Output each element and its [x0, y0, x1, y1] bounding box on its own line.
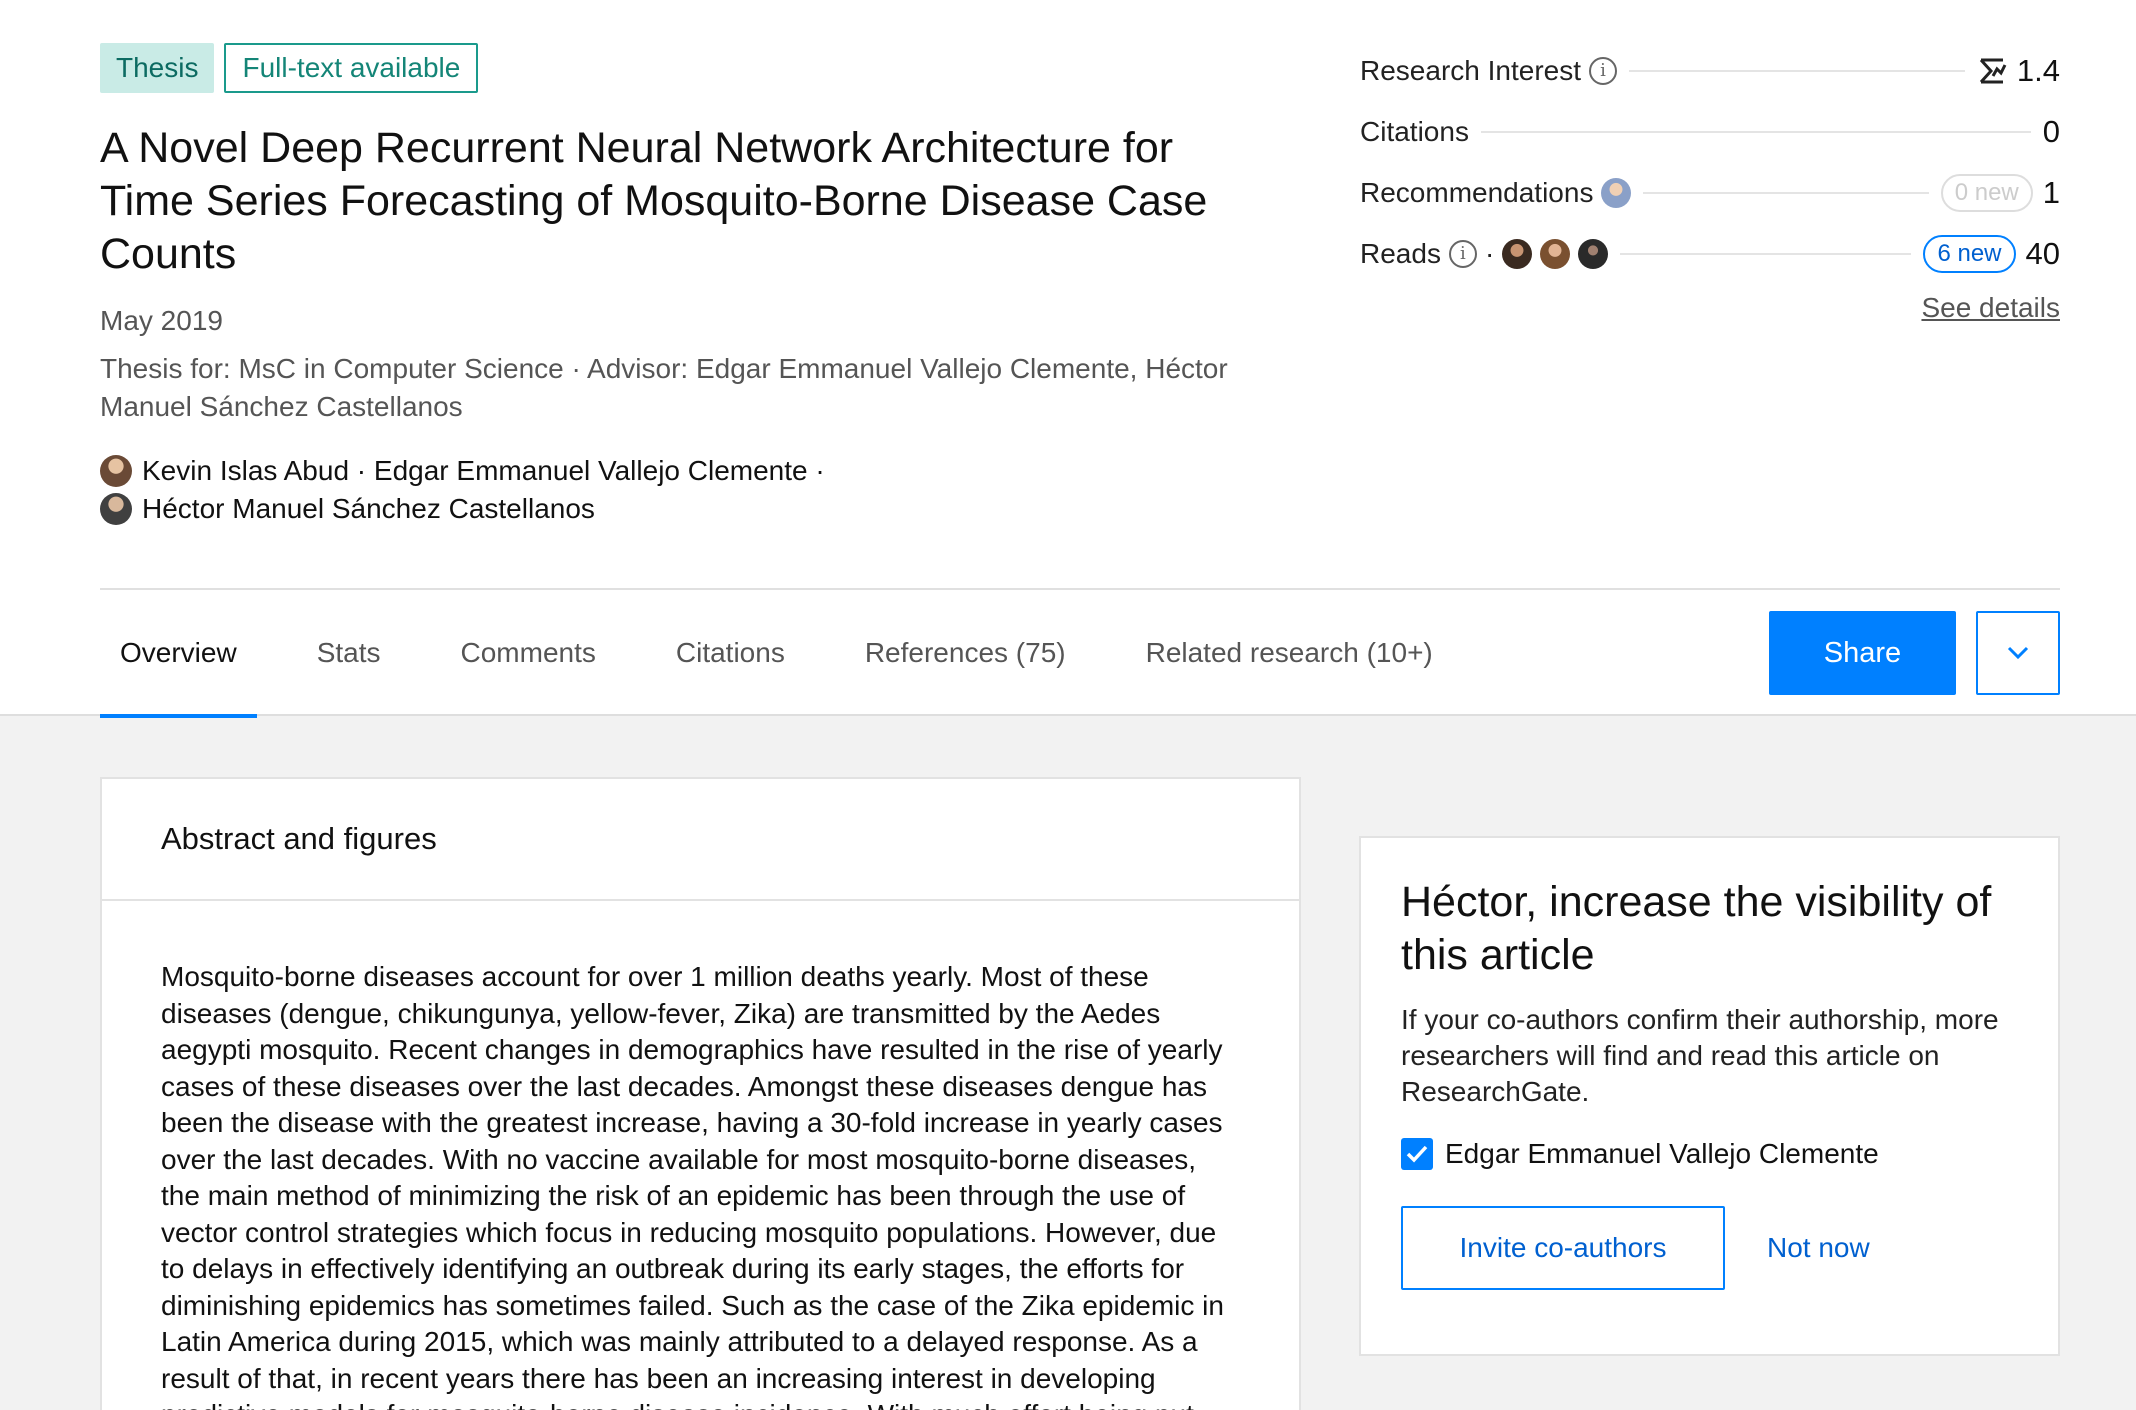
thesis-badge: Thesis	[100, 43, 215, 93]
new-count-pill[interactable]: 6 new	[1923, 234, 2016, 273]
new-count-pill: 0 new	[1940, 173, 2033, 212]
info-icon[interactable]: i	[1448, 239, 1477, 268]
avatar[interactable]	[1502, 238, 1533, 269]
author-name[interactable]: Héctor Manuel Sánchez Castellanos	[142, 490, 595, 528]
stat-value-wrap: 1.4	[1977, 53, 2060, 89]
coauthor-checkbox-row[interactable]: Edgar Emmanuel Vallejo Clemente	[1401, 1138, 2018, 1170]
stat-value: 0	[2042, 113, 2060, 149]
stat-value: 1	[2042, 174, 2060, 210]
publication-date: May 2019	[100, 305, 223, 336]
avatar[interactable]	[100, 493, 132, 525]
stat-value: 1.4	[2016, 52, 2060, 88]
stat-citations: Citations 0	[1360, 101, 2060, 162]
stat-label: Recommendations	[1360, 176, 1594, 208]
chevron-down-icon	[2007, 646, 2029, 660]
avatar[interactable]	[1601, 177, 1632, 208]
stat-value-wrap: 6 new 40	[1923, 234, 2060, 273]
see-details-link[interactable]: See details	[1921, 292, 2060, 324]
tab-citations[interactable]: Citations	[656, 590, 805, 716]
tab-stats[interactable]: Stats	[297, 590, 401, 716]
visibility-card: Héctor, increase the visibility of this …	[1359, 836, 2060, 1356]
stat-research-interest: Research Interest i 1.4	[1360, 40, 2060, 101]
stat-recommendations: Recommendations 0 new 1	[1360, 162, 2060, 223]
checkbox[interactable]	[1401, 1138, 1433, 1170]
checkmark-icon	[1406, 1145, 1428, 1163]
visibility-body: If your co-authors confirm their authors…	[1401, 1004, 1999, 1107]
abstract-card: Abstract and figures Mosquito-borne dise…	[100, 777, 1301, 1410]
stat-label-wrap: Reads i ·	[1360, 237, 1609, 270]
avatar[interactable]	[1578, 238, 1609, 269]
divider-line	[1629, 69, 1965, 72]
stat-value: 40	[2025, 235, 2060, 271]
publication-header: Thesis Full-text available A Novel Deep …	[0, 0, 2136, 718]
stats-panel: Research Interest i 1.4 Citations 0 Reco…	[1360, 40, 2060, 324]
author-line: Héctor Manuel Sánchez Castellanos	[100, 490, 1000, 528]
avatar[interactable]	[1540, 238, 1571, 269]
tab-overview[interactable]: Overview	[100, 590, 257, 718]
coauthor-name: Edgar Emmanuel Vallejo Clemente	[1445, 1138, 1879, 1169]
stat-reads: Reads i · 6 new 40	[1360, 223, 2060, 284]
tab-bar: Overview Stats Comments Citations Refere…	[100, 590, 1493, 718]
visibility-actions: Invite co-authors Not now	[1401, 1206, 2018, 1290]
divider-line	[1480, 130, 2031, 133]
publication-title: A Novel Deep Recurrent Neural Network Ar…	[100, 124, 1208, 278]
author-list: Kevin Islas Abud · Edgar Emmanuel Vallej…	[100, 452, 1000, 528]
divider-line	[1643, 191, 1929, 194]
invite-coauthors-button[interactable]: Invite co-authors	[1401, 1206, 1725, 1290]
separator-dot: ·	[1484, 237, 1495, 269]
stat-label-wrap: Research Interest i	[1360, 55, 1617, 87]
author-names[interactable]: Kevin Islas Abud · Edgar Emmanuel Vallej…	[142, 452, 825, 490]
stat-label-wrap: Recommendations	[1360, 176, 1632, 209]
abstract-text: Mosquito-borne diseases account for over…	[161, 961, 1224, 1410]
stat-label: Reads	[1360, 237, 1441, 269]
thesis-info: Thesis for: MsC in Computer Science · Ad…	[100, 353, 1228, 422]
tab-related-research[interactable]: Related research (10+)	[1126, 590, 1453, 716]
stat-value-wrap: 0 new 1	[1940, 173, 2060, 212]
stat-label: Citations	[1360, 115, 1469, 147]
more-options-button[interactable]	[1976, 611, 2060, 695]
avatar[interactable]	[100, 455, 132, 487]
full-text-badge[interactable]: Full-text available	[224, 43, 479, 93]
author-line: Kevin Islas Abud · Edgar Emmanuel Vallej…	[100, 452, 1000, 490]
research-interest-icon	[1979, 58, 2007, 83]
abstract-heading: Abstract and figures	[102, 779, 1299, 901]
share-button[interactable]: Share	[1769, 611, 1956, 695]
not-now-button[interactable]: Not now	[1767, 1232, 1870, 1264]
tab-comments[interactable]: Comments	[441, 590, 616, 716]
badge-group: Thesis Full-text available	[100, 43, 479, 93]
divider-line	[1620, 252, 1912, 255]
visibility-title: Héctor, increase the visibility of this …	[1401, 878, 1992, 979]
tab-references[interactable]: References (75)	[845, 590, 1086, 716]
info-icon[interactable]: i	[1589, 56, 1617, 85]
stat-label: Research Interest	[1360, 54, 1581, 86]
